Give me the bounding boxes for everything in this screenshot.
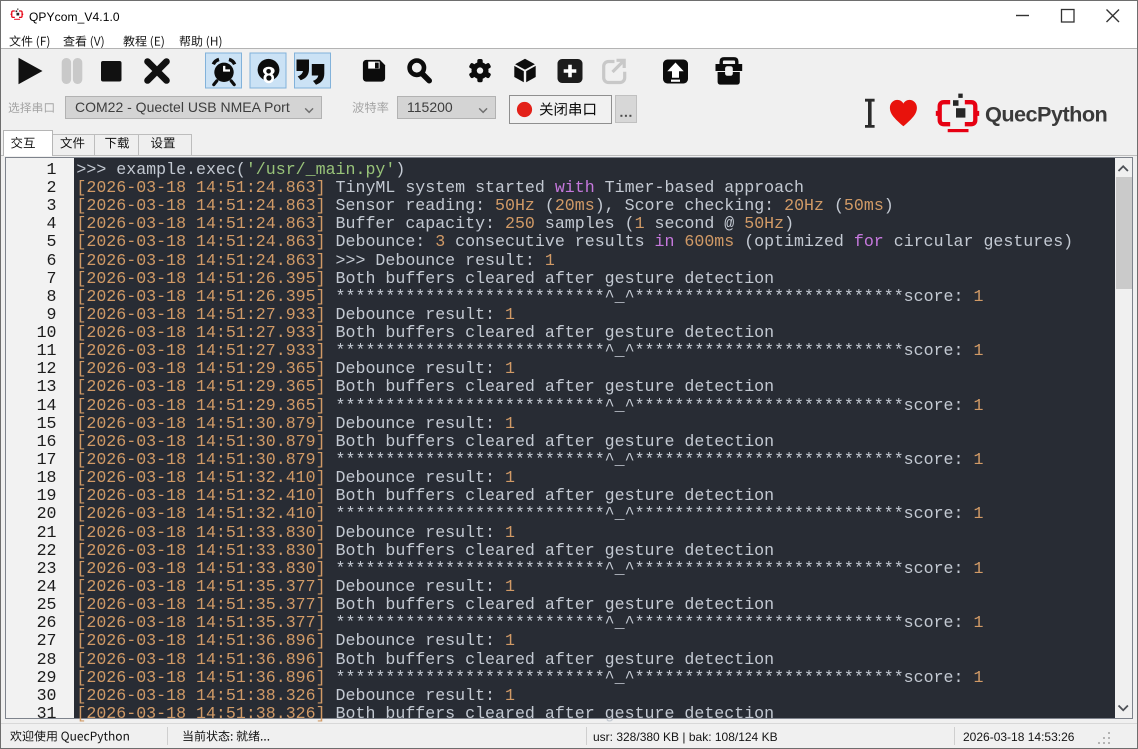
- svg-text:QuecPython: QuecPython: [985, 102, 1107, 127]
